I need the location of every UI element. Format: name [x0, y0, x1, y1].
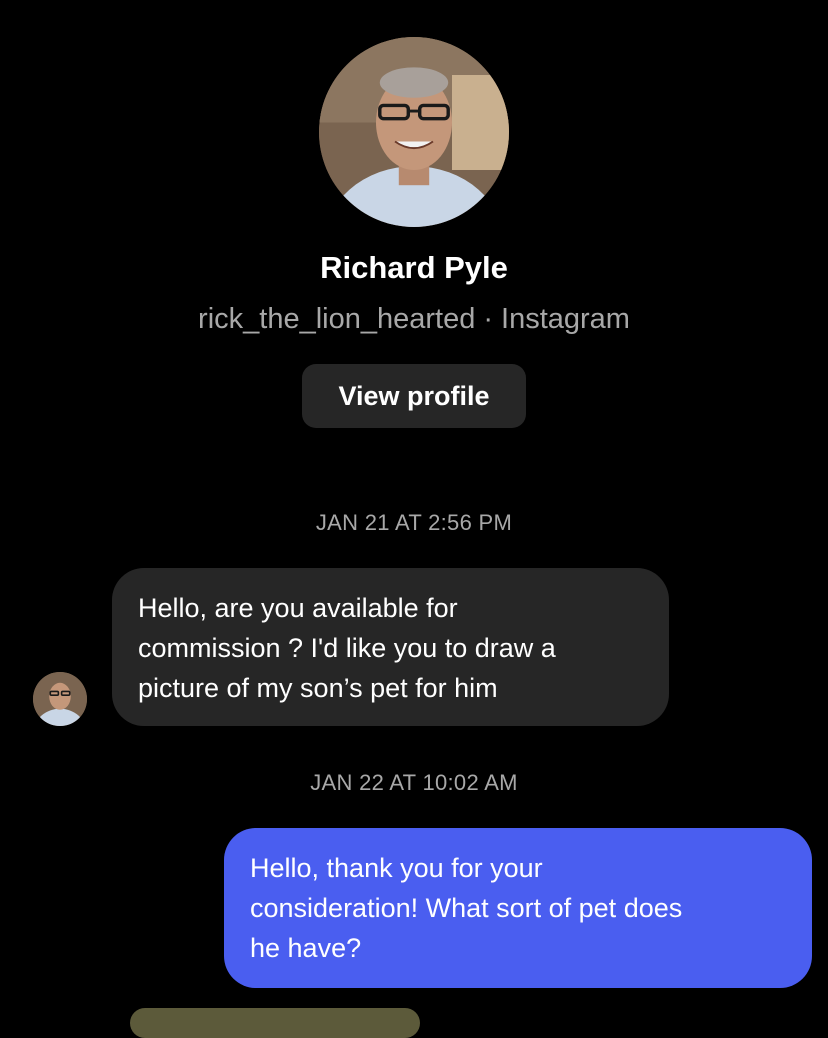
- profile-photo-icon: [33, 672, 87, 726]
- message-line: Hello, are you available for: [138, 593, 458, 623]
- view-profile-button[interactable]: View profile: [302, 364, 526, 428]
- profile-name: Richard Pyle: [320, 250, 508, 285]
- profile-avatar[interactable]: [319, 37, 509, 227]
- message-line: commission ? I'd like you to draw a: [138, 633, 556, 663]
- message-line: Hello, thank you for your: [250, 853, 543, 883]
- message-line: consideration! What sort of pet does: [250, 893, 683, 923]
- profile-subtitle: rick_the_lion_hearted · Instagram: [0, 303, 828, 336]
- sender-avatar[interactable]: [33, 672, 87, 726]
- outgoing-message-bubble[interactable]: Hello, thank you for your consideration!…: [224, 828, 812, 988]
- separator-dot: ·: [483, 303, 494, 335]
- message-line: he have?: [250, 933, 362, 963]
- message-line: picture of my son’s pet for him: [138, 673, 498, 703]
- incoming-message-bubble[interactable]: Hello, are you available for commission …: [112, 568, 669, 726]
- profile-photo-icon: [319, 37, 509, 227]
- profile-platform: Instagram: [501, 303, 630, 335]
- message-timestamp: JAN 21 AT 2:56 PM: [315, 510, 513, 535]
- partial-image-message[interactable]: [130, 1008, 420, 1038]
- profile-username: rick_the_lion_hearted: [198, 303, 476, 335]
- message-timestamp: JAN 22 AT 10:02 AM: [310, 770, 518, 795]
